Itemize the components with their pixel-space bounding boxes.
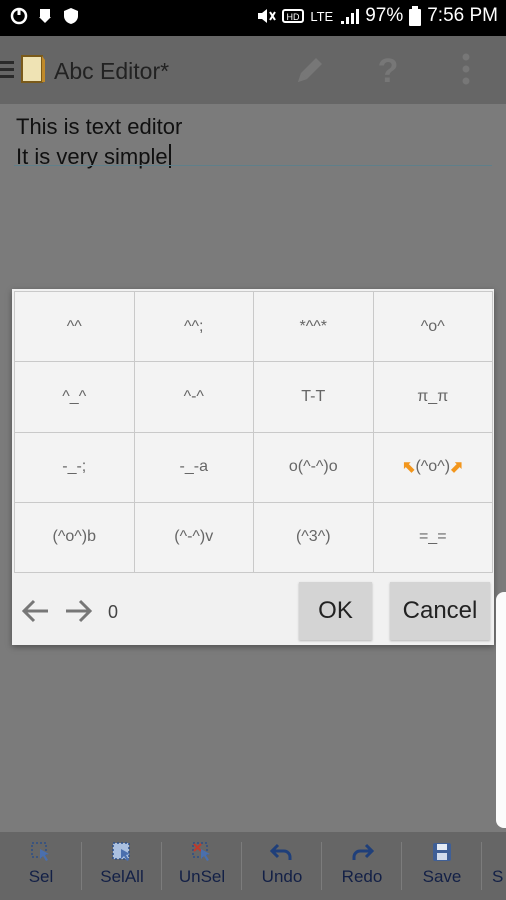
clock: 7:56 PM — [427, 5, 498, 26]
download-icon — [39, 9, 51, 23]
network-type: LTE — [310, 8, 334, 24]
save-button[interactable]: Save — [402, 832, 482, 900]
emoticon-cell[interactable]: -_-a — [134, 432, 254, 503]
emoticon-cell[interactable]: o(^-^)o — [254, 432, 374, 503]
editor-line-2[interactable]: It is very simple — [16, 144, 171, 170]
unsel-button[interactable]: UnSel — [162, 832, 242, 900]
app-logo-icon — [21, 55, 45, 83]
editor-underline — [14, 165, 492, 166]
selall-button[interactable]: SelAll — [82, 832, 162, 900]
battery-icon — [409, 6, 422, 26]
emoticon-dialog: ^^ ^^; *^^* ^o^ ^_^ ^-^ T-T π_π -_-; -_-… — [12, 289, 494, 645]
emoticon-cell-arms[interactable]: ⬉ (^o^) ⬈ — [373, 432, 493, 503]
emoticon-cell[interactable]: T-T — [254, 362, 374, 433]
redo-button[interactable]: Redo — [322, 832, 402, 900]
editor-line-1[interactable]: This is text editor — [16, 114, 182, 140]
hd-icon: HD — [282, 9, 305, 23]
pencil-icon[interactable] — [292, 52, 328, 88]
mute-icon — [258, 9, 277, 23]
svg-text:HD: HD — [287, 12, 300, 22]
signal-icon — [341, 9, 360, 24]
cancel-button[interactable]: Cancel — [390, 582, 490, 640]
emoticon-cell[interactable]: *^^* — [254, 292, 374, 363]
page-counter: 0 — [108, 602, 119, 622]
redo-icon — [352, 843, 374, 860]
battery-percent: 97% — [365, 5, 404, 26]
emoticon-cell[interactable]: ^_^ — [15, 362, 135, 433]
emoticon-cell-text: (^o^) — [415, 458, 451, 476]
emoticon-grid: ^^ ^^; *^^* ^o^ ^_^ ^-^ T-T π_π -_-; -_-… — [14, 291, 493, 573]
app-bar: Abc Editor* ? — [0, 36, 506, 104]
emoticon-cell[interactable]: ^^; — [134, 292, 254, 363]
arrow-left-icon[interactable] — [18, 594, 52, 628]
more-toolbar-button[interactable]: S — [482, 832, 503, 900]
undo-button[interactable]: Undo — [242, 832, 322, 900]
ok-button[interactable]: OK — [299, 582, 372, 640]
more-vert-icon[interactable] — [460, 52, 472, 88]
emoticon-cell[interactable]: ^o^ — [373, 292, 493, 363]
arrow-right-icon[interactable] — [62, 594, 96, 628]
emoticon-cell[interactable]: =_= — [373, 502, 493, 573]
emoticon-cell[interactable]: (^o^)b — [15, 502, 135, 573]
unselect-icon — [192, 842, 210, 861]
arrow-up-right-icon: ⬈ — [450, 459, 464, 477]
emoticon-cell[interactable]: π_π — [373, 362, 493, 433]
svg-text:?: ? — [378, 52, 399, 88]
save-icon — [433, 843, 451, 861]
help-icon[interactable]: ? — [374, 52, 402, 88]
arrow-up-left-icon: ⬉ — [402, 459, 416, 477]
emoticon-cell[interactable]: (^3^) — [254, 502, 374, 573]
sel-button[interactable]: Sel — [0, 832, 82, 900]
emoticon-cell[interactable]: ^-^ — [134, 362, 254, 433]
select-icon — [31, 842, 49, 861]
edge-panel-handle[interactable] — [496, 592, 506, 828]
emoticon-cell[interactable]: (^-^)v — [134, 502, 254, 573]
shield-icon — [64, 8, 78, 24]
undo-icon — [270, 843, 292, 860]
status-bar: HD LTE 97% 7:56 PM — [0, 0, 506, 36]
menu-icon[interactable] — [0, 58, 16, 80]
select-all-icon — [112, 842, 130, 861]
app-notification-icon — [10, 7, 28, 25]
emoticon-cell[interactable]: ^^ — [15, 292, 135, 363]
page-title: Abc Editor* — [54, 58, 170, 84]
emoticon-cell[interactable]: -_-; — [15, 432, 135, 503]
bottom-toolbar: Sel SelAll UnSel Undo Redo Save S — [0, 832, 506, 900]
